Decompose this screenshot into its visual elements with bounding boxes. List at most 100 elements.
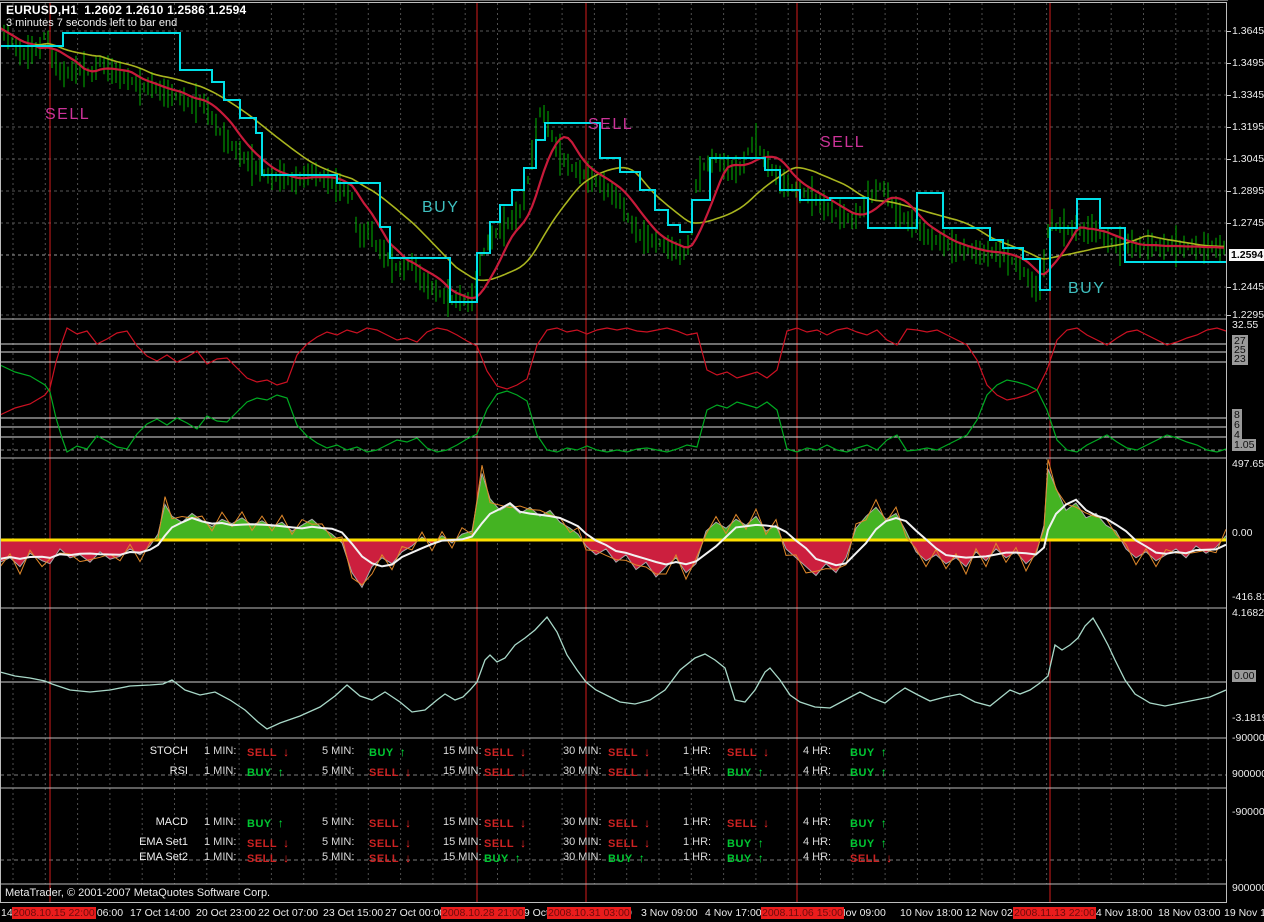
p2-green-line: [0, 365, 1226, 452]
sell-signal-cell: SELL↓: [247, 836, 290, 850]
sell-signal-cell: SELL↓: [369, 816, 412, 830]
p3-axis-tick: 497.657: [1232, 458, 1264, 470]
arrow-down-icon: ↓: [405, 836, 412, 850]
buy-signal-cell: BUY↑: [727, 765, 764, 779]
time-axis-marker-highlighted: 2008.11.13 22:00: [1013, 907, 1096, 919]
sell-signal-cell: SELL↓: [484, 765, 527, 779]
timeframe-label: 5 MIN:: [322, 816, 354, 828]
indicator-name-stoch: STOCH: [80, 745, 188, 757]
timeframe-label: 1 MIN:: [204, 816, 236, 828]
arrow-down-icon: ↓: [520, 745, 527, 759]
p4-axis-current: 0.00: [1232, 670, 1256, 682]
sell-signal-cell: SELL↓: [608, 836, 651, 850]
sell-signal-cell: SELL↓: [247, 745, 290, 759]
arrow-up-icon: ↑: [278, 765, 285, 779]
timeframe-label: 1 MIN:: [204, 745, 236, 757]
sell-signal-cell: SELL↓: [484, 836, 527, 850]
buy-signal-label: BUY: [422, 199, 459, 217]
arrow-down-icon: ↓: [283, 836, 290, 850]
timeframe-label: 15 MIN:: [443, 765, 482, 777]
sell-signal-cell: SELL↓: [484, 745, 527, 759]
sell-signal-cell: SELL↓: [850, 851, 893, 865]
indicator-name-ema-set2: EMA Set2: [80, 851, 188, 863]
buy-signal-cell: BUY↑: [850, 816, 887, 830]
arrow-down-icon: ↓: [644, 816, 651, 830]
arrow-up-icon: ↑: [758, 765, 765, 779]
trend-step-line: [0, 33, 1227, 302]
sell-signal-cell: SELL↓: [484, 816, 527, 830]
time-axis[interactable]: 142008.10.15 22:00t 06:0017 Oct 14:0020 …: [0, 905, 1264, 922]
sell-signal-cell: SELL↓: [608, 816, 651, 830]
buy-signal-cell: BUY↑: [727, 836, 764, 850]
buy-signal-cell: BUY↑: [247, 816, 284, 830]
price-axis-tick: 1.3195: [1232, 121, 1264, 133]
arrow-down-icon: ↓: [520, 765, 527, 779]
buy-signal-cell: BUY↑: [850, 745, 887, 759]
buy-signal-label: BUY: [1068, 280, 1105, 298]
time-axis-label: 20 Oct 23:00: [196, 907, 256, 919]
timeframe-label: 1 HR:: [683, 851, 711, 863]
time-axis-label: 14 Nov 18:00: [1090, 907, 1152, 919]
arrow-down-icon: ↓: [283, 851, 290, 865]
timeframe-label: 30 MIN:: [563, 745, 602, 757]
p2-axis-level: 23: [1232, 353, 1248, 365]
price-axis-tick: 1.2895: [1232, 185, 1264, 197]
sell-signal-cell: SELL↓: [247, 851, 290, 865]
table-axis-bottom: 9000000: [1232, 768, 1264, 780]
buy-signal-cell: BUY↑: [484, 851, 521, 865]
copyright-text: MetaTrader, © 2001-2007 MetaQuotes Softw…: [5, 887, 270, 899]
arrow-down-icon: ↓: [886, 851, 893, 865]
arrow-down-icon: ↓: [405, 816, 412, 830]
p4-axis-tick: 4.1682: [1232, 607, 1264, 619]
sell-signal-cell: SELL↓: [608, 765, 651, 779]
timeframe-label: 15 MIN:: [443, 836, 482, 848]
timeframe-label: 1 HR:: [683, 816, 711, 828]
p2-axis-top: 32.55: [1232, 319, 1258, 331]
price-axis-tick: 1.2445: [1232, 281, 1264, 293]
buy-signal-cell: BUY↑: [369, 745, 406, 759]
current-price-label: 1.2594: [1229, 249, 1264, 261]
arrow-down-icon: ↓: [520, 836, 527, 850]
timeframe-label: 5 MIN:: [322, 745, 354, 757]
timeframe-label: 15 MIN:: [443, 851, 482, 863]
price-axis-column[interactable]: 1.36451.34951.33451.31951.30451.28951.27…: [1228, 0, 1264, 905]
timeframe-label: 4 HR:: [803, 836, 831, 848]
sell-signal-label: SELL: [588, 116, 633, 134]
arrow-down-icon: ↓: [644, 745, 651, 759]
sell-signal-cell: SELL↓: [369, 851, 412, 865]
price-axis-tick: 1.2745: [1232, 217, 1264, 229]
time-axis-label: 27 Oct 00:00: [385, 907, 445, 919]
time-axis-label: 3 Nov 09:00: [641, 907, 698, 919]
sell-signal-cell: SELL↓: [369, 765, 412, 779]
time-axis-marker-highlighted: 2008.10.28 21:00: [441, 907, 525, 919]
p3-axis-tick: 0.00: [1232, 527, 1252, 539]
time-axis-marker-highlighted: 2008.11.06 15:00: [761, 907, 844, 919]
timeframe-label: 1 HR:: [683, 745, 711, 757]
timeframe-label: 4 HR:: [803, 745, 831, 757]
arrow-down-icon: ↓: [520, 816, 527, 830]
price-axis-tick: 1.3495: [1232, 57, 1264, 69]
timeframe-label: 1 MIN:: [204, 765, 236, 777]
table-axis-top: -9000000: [1232, 732, 1264, 744]
chart-area[interactable]: EURUSD,H1 1.2602 1.2610 1.2586 1.2594 3 …: [0, 0, 1227, 903]
symbol-ohlc-line: EURUSD,H1 1.2602 1.2610 1.2586 1.2594: [6, 3, 246, 17]
arrow-up-icon: ↑: [881, 836, 888, 850]
p2-axis-current: 1.05: [1232, 439, 1256, 451]
p2-red-line: [0, 328, 1226, 415]
arrow-up-icon: ↑: [881, 765, 888, 779]
timeframe-label: 30 MIN:: [563, 816, 602, 828]
sell-signal-cell: SELL↓: [727, 816, 770, 830]
timeframe-label: 1 MIN:: [204, 836, 236, 848]
buy-signal-cell: BUY↑: [608, 851, 645, 865]
timeframe-label: 1 HR:: [683, 836, 711, 848]
timeframe-label: 30 MIN:: [563, 836, 602, 848]
time-axis-label: 22 Oct 07:00: [258, 907, 318, 919]
bar-countdown-text: 3 minutes 7 seconds left to bar end: [6, 17, 177, 29]
time-axis-label: 19 Nov 11:: [1224, 907, 1264, 919]
arrow-up-icon: ↑: [758, 851, 765, 865]
timeframe-label: 4 HR:: [803, 765, 831, 777]
arrow-up-icon: ↑: [515, 851, 522, 865]
time-axis-label: t 06:00: [91, 907, 123, 919]
timeframe-label: 30 MIN:: [563, 851, 602, 863]
time-axis-label: 14: [1, 907, 13, 919]
